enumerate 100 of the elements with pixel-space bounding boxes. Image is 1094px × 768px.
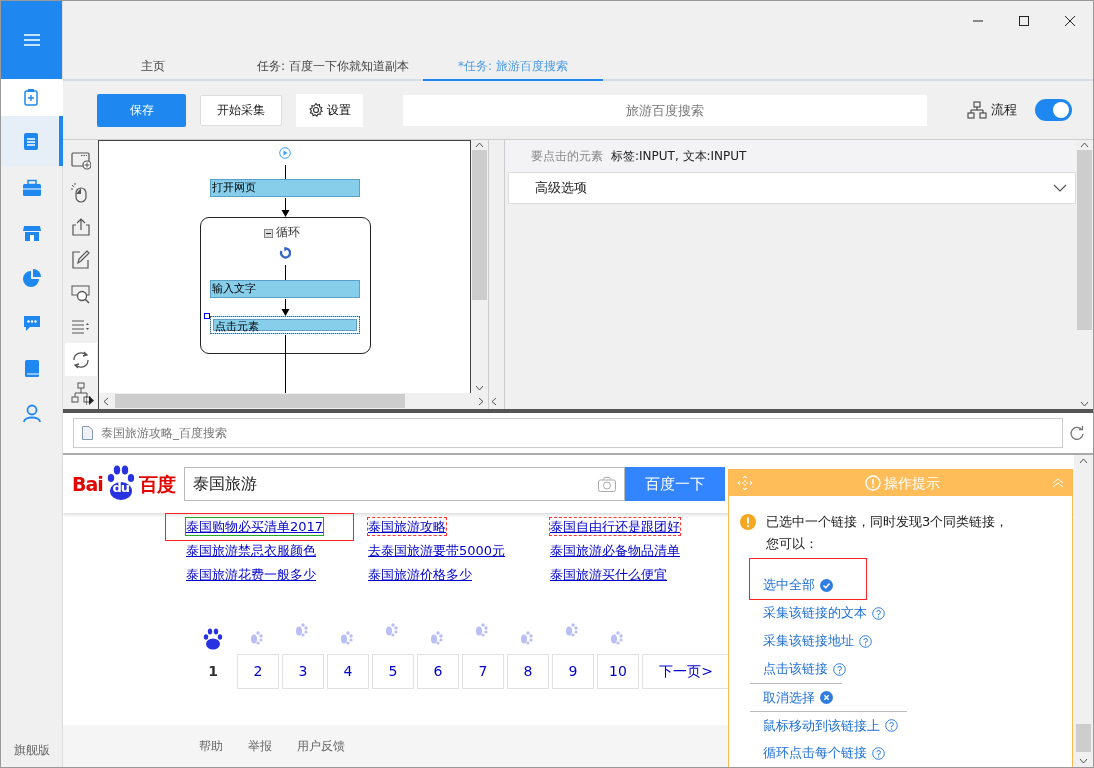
page-button[interactable]: 6 bbox=[417, 654, 459, 689]
flowchart-icon bbox=[967, 101, 987, 119]
captcha-search-icon bbox=[70, 282, 91, 304]
search-field[interactable]: 泰国旅游 bbox=[184, 467, 625, 501]
scroll-left-icon[interactable] bbox=[491, 396, 497, 406]
page-button[interactable]: 8 bbox=[507, 654, 549, 689]
page-button[interactable]: 4 bbox=[327, 654, 369, 689]
store-icon bbox=[23, 224, 41, 243]
paw-icon bbox=[475, 622, 491, 638]
scroll-left-icon[interactable] bbox=[103, 396, 109, 406]
scrollbar-thumb[interactable] bbox=[115, 394, 405, 408]
sidebar-item[interactable] bbox=[1, 79, 63, 116]
tips-title: 操作提示 bbox=[884, 473, 940, 493]
scrollbar-thumb[interactable] bbox=[1076, 724, 1091, 752]
expand-icon[interactable] bbox=[86, 396, 94, 405]
logo-text: 百度 bbox=[138, 471, 175, 497]
page-icon bbox=[82, 426, 93, 440]
task-name-field[interactable]: 旅游百度搜索 bbox=[403, 94, 927, 126]
search-button[interactable]: 百度一下 bbox=[625, 467, 725, 501]
tip-action-link[interactable]: 鼠标移动到该链接上 bbox=[750, 711, 907, 739]
camera-icon[interactable] bbox=[598, 476, 616, 492]
page-button[interactable]: 5 bbox=[372, 654, 414, 689]
settings-icon bbox=[308, 102, 324, 118]
field-label: 要点击的元素 bbox=[531, 148, 603, 165]
related-search-link[interactable]: 泰国旅游价格多少 bbox=[368, 566, 472, 583]
help-icon bbox=[833, 662, 846, 676]
menu-button[interactable] bbox=[1, 1, 62, 79]
page-button[interactable]: 2 bbox=[237, 654, 279, 689]
close-icon[interactable] bbox=[1064, 15, 1076, 27]
tip-action-link[interactable]: 点击该链接 bbox=[750, 655, 846, 683]
page-button[interactable]: 3 bbox=[282, 654, 324, 689]
page-button[interactable]: 10 bbox=[597, 654, 639, 689]
loop-label: 循环 bbox=[276, 224, 300, 241]
book-icon bbox=[23, 359, 41, 378]
footer-link[interactable]: 举报 bbox=[248, 737, 272, 755]
close-icon bbox=[820, 691, 833, 704]
related-search-link[interactable]: 泰国旅游买什么便宜 bbox=[550, 566, 667, 583]
start-button[interactable]: 开始采集 bbox=[200, 94, 282, 126]
address-field[interactable]: 泰国旅游攻略_百度搜索 bbox=[73, 418, 1063, 448]
scroll-up-icon[interactable] bbox=[1080, 142, 1089, 148]
paw-icon bbox=[565, 622, 581, 638]
toolbox-icon bbox=[23, 179, 41, 198]
related-search-link[interactable]: 泰国购物必买清单2017 bbox=[186, 518, 324, 535]
user-icon bbox=[23, 404, 41, 423]
connector-arrow bbox=[280, 198, 290, 217]
scrollbar-thumb[interactable] bbox=[472, 150, 487, 300]
tip-action-link[interactable]: 循环点击每个链接 bbox=[750, 739, 885, 767]
collapse-icon[interactable] bbox=[264, 229, 273, 238]
paw-icon bbox=[295, 622, 311, 638]
page-button[interactable]: 9 bbox=[552, 654, 594, 689]
tip-action-link[interactable]: 采集该链接的文本 bbox=[750, 599, 885, 627]
field-value: 标签:INPUT, 文本:INPUT bbox=[611, 148, 747, 165]
chat-icon bbox=[23, 314, 41, 333]
export-icon bbox=[70, 216, 91, 238]
related-search-link[interactable]: 泰国旅游攻略 bbox=[368, 518, 446, 535]
paw-icon bbox=[340, 630, 356, 646]
tip-action-link[interactable]: 取消选择 bbox=[750, 683, 842, 711]
flow-toggle[interactable] bbox=[1035, 99, 1072, 121]
settings-button[interactable]: 设置 bbox=[296, 93, 363, 127]
scroll-down-icon[interactable] bbox=[1079, 758, 1088, 764]
footer-link[interactable]: 用户反馈 bbox=[297, 737, 345, 755]
scroll-right-icon[interactable] bbox=[478, 396, 484, 406]
flow-step[interactable]: 打开网页 bbox=[210, 179, 360, 197]
related-search-link[interactable]: 泰国旅游禁忌衣服颜色 bbox=[186, 542, 316, 559]
page-button[interactable]: 7 bbox=[462, 654, 504, 689]
advanced-options-dropdown[interactable]: 高级选项 bbox=[508, 172, 1076, 204]
start-icon[interactable] bbox=[279, 147, 291, 159]
clipboard-icon bbox=[23, 88, 41, 107]
tool-button[interactable] bbox=[64, 342, 97, 376]
next-page-button[interactable]: 下一页> bbox=[642, 654, 730, 689]
help-icon bbox=[872, 746, 885, 760]
sidebar-item[interactable] bbox=[1, 116, 63, 166]
loop-icon bbox=[279, 247, 291, 259]
maximize-icon[interactable] bbox=[1018, 15, 1030, 27]
scroll-down-icon[interactable] bbox=[475, 385, 484, 391]
logo-mark: du bbox=[102, 464, 139, 504]
save-button[interactable]: 保存 bbox=[97, 93, 186, 127]
scroll-down-icon[interactable] bbox=[1080, 401, 1089, 407]
scroll-up-icon[interactable] bbox=[1079, 458, 1088, 464]
edition-label: 旗舰版 bbox=[12, 742, 51, 759]
paw-icon bbox=[520, 630, 536, 646]
scrollbar-thumb[interactable] bbox=[1077, 150, 1092, 330]
tab[interactable]: 主页 bbox=[63, 41, 243, 81]
flow-step[interactable]: 点击元素 bbox=[210, 316, 360, 334]
tip-action-link[interactable]: 采集该链接地址 bbox=[750, 627, 872, 655]
footer-link[interactable]: 帮助 bbox=[199, 737, 223, 755]
logo-text: Bai bbox=[72, 471, 103, 497]
related-search-link[interactable]: 泰国旅游花费一般多少 bbox=[186, 566, 316, 583]
related-search-link[interactable]: 泰国旅游必备物品清单 bbox=[550, 542, 680, 559]
related-search-link[interactable]: 泰国自由行还是跟团好 bbox=[550, 518, 680, 535]
flow-step[interactable]: 输入文字 bbox=[210, 280, 360, 298]
scroll-up-icon[interactable] bbox=[475, 142, 484, 148]
selection-handle[interactable] bbox=[204, 313, 210, 319]
warning-icon bbox=[740, 514, 756, 530]
tip-action-link[interactable]: 选中全部 bbox=[750, 559, 866, 599]
chevron-icon bbox=[1053, 184, 1067, 192]
refresh-icon[interactable] bbox=[1069, 425, 1085, 441]
help-icon bbox=[885, 719, 898, 732]
related-search-link[interactable]: 去泰国旅游要带5000元 bbox=[368, 542, 506, 559]
tab[interactable]: 任务: 百度一下你就知道副本 bbox=[243, 41, 423, 81]
